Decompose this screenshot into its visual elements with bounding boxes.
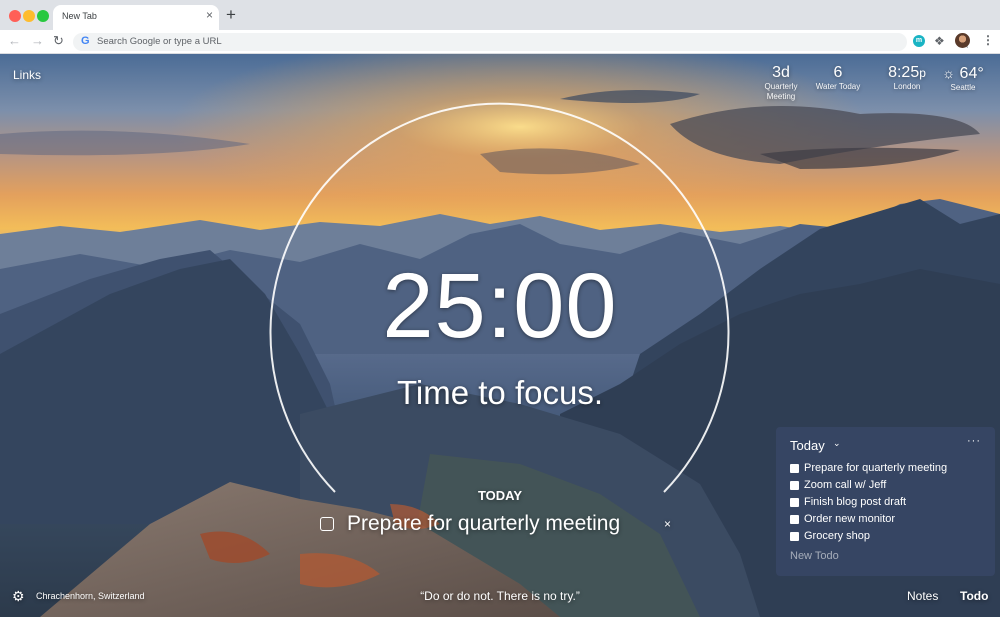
close-window-button[interactable] bbox=[9, 10, 21, 22]
google-icon: G bbox=[81, 35, 90, 47]
sun-icon: ☼ bbox=[942, 65, 956, 81]
back-arrow-icon[interactable]: ← bbox=[8, 33, 21, 49]
todo-item-label: Finish blog post draft bbox=[804, 496, 907, 508]
countdown-widget[interactable]: 3d Quarterly Meeting bbox=[752, 64, 810, 102]
notes-button[interactable]: Notes bbox=[907, 589, 938, 603]
clock-time: 8:25 bbox=[888, 64, 920, 81]
chevron-down-icon[interactable]: ⌄ bbox=[833, 438, 841, 449]
forward-arrow-icon[interactable]: → bbox=[31, 33, 44, 49]
new-tab-button[interactable]: + bbox=[226, 5, 236, 25]
minimize-window-button[interactable] bbox=[23, 10, 35, 22]
water-widget[interactable]: 6 Water Today bbox=[809, 64, 867, 92]
todo-item-label: Prepare for quarterly meeting bbox=[804, 462, 948, 474]
focus-task-close-icon[interactable]: × bbox=[664, 517, 671, 531]
focus-message: Time to focus. bbox=[396, 374, 603, 411]
todo-item-label: Order new monitor bbox=[804, 513, 896, 525]
tab-title: New Tab bbox=[62, 11, 97, 21]
pomodoro-timer[interactable]: 25:00 bbox=[0, 254, 1000, 358]
links-button[interactable]: Links bbox=[13, 68, 41, 82]
world-clock-widget[interactable]: 8:25p London bbox=[878, 64, 936, 92]
countdown-value: 3d bbox=[772, 64, 790, 81]
extensions-puzzle-icon[interactable]: ❖ bbox=[934, 34, 945, 48]
momentum-extension-icon[interactable]: m bbox=[913, 35, 925, 47]
todo-checkbox[interactable] bbox=[790, 464, 799, 473]
clock-city: London bbox=[893, 82, 921, 91]
daily-quote[interactable]: “Do or do not. There is no try.” bbox=[0, 589, 1000, 603]
todo-checkbox[interactable] bbox=[790, 498, 799, 507]
weather-widget[interactable]: ☼ 64° Seattle bbox=[933, 64, 993, 93]
todo-item-label: Grocery shop bbox=[804, 530, 871, 542]
water-count: 6 bbox=[833, 64, 843, 81]
weather-temp: 64° bbox=[959, 65, 984, 82]
more-options-icon[interactable]: ··· bbox=[967, 435, 981, 447]
reload-icon[interactable]: ↻ bbox=[53, 33, 64, 49]
todo-panel: Today ⌄ ··· Prepare for quarterly meetin… bbox=[776, 427, 995, 576]
todo-button[interactable]: Todo bbox=[960, 589, 988, 603]
browser-tab-bar: New Tab × + bbox=[0, 0, 1000, 30]
browser-menu-icon[interactable]: ⋮ bbox=[982, 33, 994, 47]
browser-toolbar: ← → ↻ G Search Google or type a URL ☆ bbox=[0, 30, 1000, 54]
address-bar-placeholder: Search Google or type a URL bbox=[97, 36, 222, 47]
browser-tab[interactable]: New Tab × bbox=[53, 5, 219, 30]
maximize-window-button[interactable] bbox=[37, 10, 49, 22]
clock-suffix: p bbox=[919, 66, 926, 80]
focus-task-text[interactable]: Prepare for quarterly meeting bbox=[347, 512, 620, 536]
water-label: Water Today bbox=[815, 82, 861, 91]
todo-checkbox[interactable] bbox=[790, 532, 799, 541]
profile-avatar[interactable] bbox=[955, 33, 970, 48]
weather-city: Seattle bbox=[950, 83, 976, 92]
new-todo-input[interactable]: New Todo bbox=[790, 550, 839, 562]
todo-checkbox[interactable] bbox=[790, 481, 799, 490]
todo-item-label: Zoom call w/ Jeff bbox=[804, 479, 887, 491]
countdown-label-line2: Meeting bbox=[766, 92, 796, 101]
address-bar[interactable]: G Search Google or type a URL ☆ bbox=[73, 33, 971, 51]
tab-close-icon[interactable]: × bbox=[206, 8, 213, 22]
focus-task-checkbox[interactable] bbox=[320, 517, 334, 531]
todo-checkbox[interactable] bbox=[790, 515, 799, 524]
todo-list-title[interactable]: Today bbox=[790, 438, 825, 453]
countdown-label-line1: Quarterly bbox=[764, 82, 798, 91]
momentum-dashboard: Links 3d Quarterly Meeting 6 Water Today… bbox=[0, 54, 1000, 617]
